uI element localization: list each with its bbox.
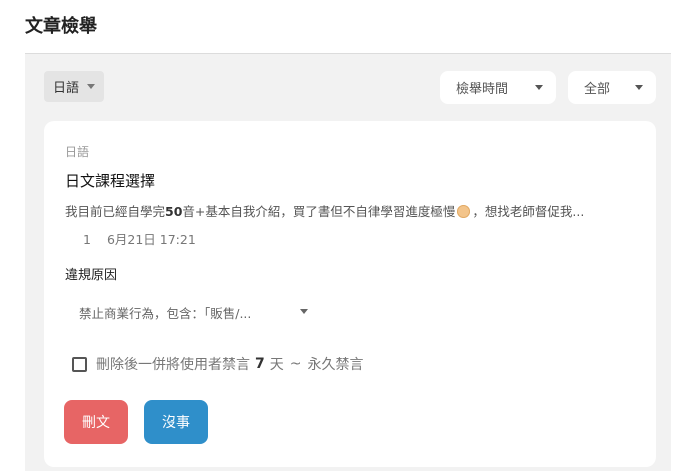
ban-text-after: 永久禁言 xyxy=(307,357,364,373)
ignore-report-button[interactable]: 沒事 xyxy=(144,400,208,444)
violation-label: 違規原因 xyxy=(65,268,118,283)
ban-days-value: 7 xyxy=(255,356,265,372)
caret-down-icon xyxy=(535,85,543,90)
delete-post-button[interactable]: 刪文 xyxy=(64,400,128,444)
ban-text-before: 刪除後一併將使用者禁言 xyxy=(96,357,250,373)
caret-down-icon xyxy=(300,309,308,314)
ban-days-unit: 天 xyxy=(269,357,284,373)
ban-tilde: ~ xyxy=(289,356,302,372)
language-filter-label: 日語 xyxy=(53,81,80,96)
violation-reason-select[interactable]: 禁止商業行為，包含：「販售/... xyxy=(65,297,315,327)
post-meta: 1 6月21日 17:21 xyxy=(83,229,196,248)
ban-checkbox[interactable] xyxy=(72,356,87,372)
sort-select-label: 檢舉時間 xyxy=(456,82,509,97)
post-body: 我目前已經自學完50音+基本自我介紹，買了書但不自律學習進度極慢 ，想找老師督促我… xyxy=(65,201,637,220)
post-title[interactable]: 日文課程選擇 xyxy=(65,170,155,191)
sort-select[interactable]: 檢舉時間 xyxy=(440,71,556,104)
post-body-mid: 音+基本自我介紹，買了書但不自律學習進度極慢 xyxy=(182,204,456,219)
report-count: 1 xyxy=(83,232,91,247)
post-datetime: 6月21日 17:21 xyxy=(106,232,196,247)
violation-reason-value: 禁止商業行為，包含：「販售/... xyxy=(79,305,252,321)
ban-option[interactable]: 刪除後一併將使用者禁言 7 天 ~ 永久禁言 xyxy=(72,354,363,374)
language-filter-button[interactable]: 日語 xyxy=(44,71,104,102)
post-body-start: 我目前已經自學完 xyxy=(65,204,166,219)
status-select[interactable]: 全部 xyxy=(568,71,656,104)
post-body-bold: 50 xyxy=(165,204,183,219)
face-emoji-icon xyxy=(457,205,471,218)
post-body-end: ，想找老師督促我... xyxy=(472,204,585,219)
page-title: 文章檢舉 xyxy=(25,16,97,37)
post-category: 日語 xyxy=(65,145,90,159)
caret-down-icon xyxy=(87,84,96,89)
caret-down-icon xyxy=(635,85,643,90)
status-select-label: 全部 xyxy=(584,82,611,97)
